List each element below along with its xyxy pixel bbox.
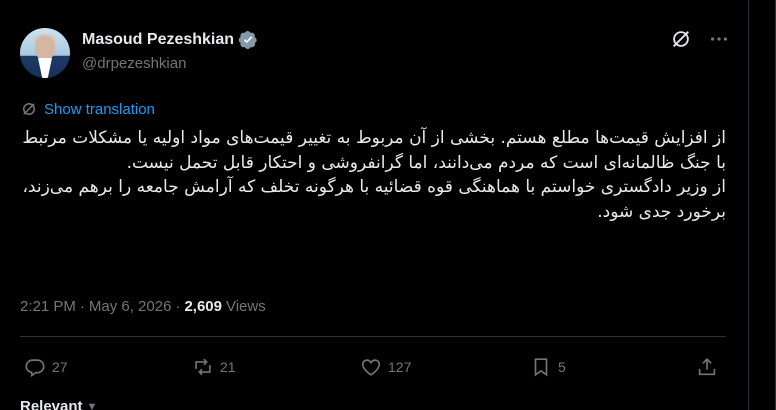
- reply-button[interactable]: 27: [24, 356, 68, 378]
- avatar-face: [35, 36, 55, 60]
- post-date[interactable]: May 6, 2026: [89, 298, 172, 315]
- repost-count: 21: [220, 359, 236, 375]
- relevant-label: Relevant: [20, 398, 83, 410]
- repost-icon: [195, 358, 211, 376]
- heart-icon: [361, 359, 381, 376]
- more-icon[interactable]: [708, 28, 730, 50]
- like-count: 127: [388, 359, 412, 375]
- meta-separator: ·: [79, 298, 85, 315]
- post-meta: 2:21 PM · May 6, 2026 · 2,609 Views: [20, 298, 266, 315]
- author-display-name[interactable]: Masoud Pezeshkian: [82, 31, 234, 49]
- share-button[interactable]: [696, 356, 718, 378]
- repost-button[interactable]: 21: [192, 356, 236, 378]
- bookmark-icon: [534, 358, 548, 377]
- chevron-down-icon: ▼: [86, 400, 98, 410]
- grok-icon[interactable]: [670, 28, 692, 50]
- author-name-row: Masoud Pezeshkian: [82, 30, 258, 50]
- meta-separator: ·: [175, 298, 181, 315]
- author-handle[interactable]: @drpezeshkian: [82, 55, 186, 72]
- show-translation-link[interactable]: Show translation: [20, 100, 155, 118]
- post-container: Masoud Pezeshkian @drpezeshkian Show tra…: [0, 0, 776, 410]
- post-time[interactable]: 2:21 PM: [20, 298, 76, 315]
- post-text: از افزایش قیمت‌ها مطلع هستم. بخشی از آن …: [20, 126, 726, 224]
- avatar[interactable]: [20, 28, 70, 78]
- verified-badge-icon[interactable]: [238, 30, 258, 50]
- translate-icon: [20, 100, 38, 118]
- post-paragraph: از افزایش قیمت‌ها مطلع هستم. بخشی از آن …: [22, 128, 726, 173]
- post-action-bar: 27 21 127 5: [20, 356, 726, 386]
- replies-sort-dropdown[interactable]: Relevant ▼: [20, 398, 97, 410]
- divider: [20, 336, 726, 337]
- reply-count: 27: [52, 359, 68, 375]
- post-top-actions: [670, 28, 730, 50]
- views-label: Views: [225, 298, 266, 315]
- share-icon: [698, 358, 716, 376]
- bookmark-count: 5: [558, 359, 566, 375]
- avatar-shirt: [38, 58, 52, 78]
- post-paragraph: از وزیر دادگستری خواستم با هماهنگی قوه ق…: [22, 177, 726, 222]
- reply-icon: [25, 359, 45, 377]
- bookmark-button[interactable]: 5: [530, 356, 566, 378]
- views-count: 2,609: [184, 298, 222, 315]
- like-button[interactable]: 127: [360, 356, 411, 378]
- show-translation-label: Show translation: [44, 100, 155, 118]
